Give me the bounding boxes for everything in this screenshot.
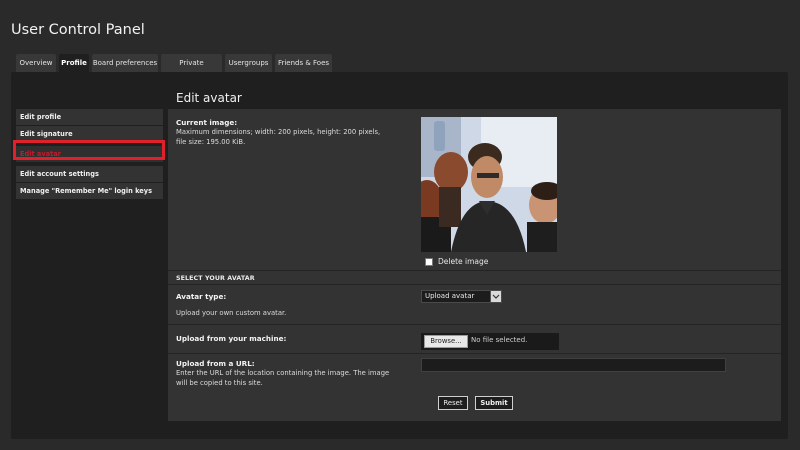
- upload-url-help-line2: will be copied to this site.: [176, 379, 263, 387]
- tab-board-preferences[interactable]: Board preferences: [92, 54, 158, 72]
- current-image-description: Maximum dimensions; width: 200 pixels, h…: [176, 127, 416, 147]
- current-image-desc-line1: Maximum dimensions; width: 200 pixels, h…: [176, 128, 381, 136]
- upload-url-label: Upload from a URL:: [176, 359, 255, 368]
- browse-button[interactable]: Browse...: [424, 335, 468, 348]
- avatar-image: [421, 117, 557, 252]
- delete-image-checkbox[interactable]: [425, 258, 433, 266]
- divider: [168, 284, 781, 285]
- current-image-label: Current image:: [176, 118, 238, 127]
- sidebar-item-edit-profile[interactable]: Edit profile: [16, 109, 163, 125]
- tab-bar: Overview Profile Board preferences Priva…: [16, 54, 332, 85]
- upload-machine-label: Upload from your machine:: [176, 334, 287, 343]
- avatar-type-help: Upload your own custom avatar.: [176, 309, 287, 317]
- file-upload-field[interactable]: Browse... No file selected.: [421, 333, 559, 350]
- file-status: No file selected.: [471, 336, 528, 344]
- sidebar: Edit profile Edit signature Edit avatar …: [16, 109, 163, 200]
- current-image-desc-line2: file size: 195.00 KiB.: [176, 138, 246, 146]
- divider: [168, 270, 781, 271]
- avatar-type-select[interactable]: Upload avatar: [421, 290, 502, 303]
- upload-url-help: Enter the URL of the location containing…: [176, 368, 421, 388]
- avatar-type-label: Avatar type:: [176, 292, 227, 301]
- avatar-type-selected: Upload avatar: [425, 292, 475, 300]
- tab-usergroups[interactable]: Usergroups: [225, 54, 272, 72]
- upload-url-help-line1: Enter the URL of the location containing…: [176, 369, 390, 377]
- divider: [168, 324, 781, 325]
- section-heading: SELECT YOUR AVATAR: [176, 275, 255, 282]
- page-title: Edit avatar: [176, 91, 242, 105]
- sidebar-item-edit-account-settings[interactable]: Edit account settings: [16, 166, 163, 182]
- tab-private-messages[interactable]: Private messages: [161, 54, 222, 85]
- submit-button[interactable]: Submit: [475, 396, 513, 410]
- tab-profile[interactable]: Profile: [59, 54, 89, 72]
- delete-image-label: Delete image: [438, 257, 489, 266]
- tab-overview[interactable]: Overview: [16, 54, 56, 72]
- avatar-url-input[interactable]: [421, 358, 726, 372]
- divider: [168, 353, 781, 354]
- sidebar-item-edit-avatar[interactable]: Edit avatar: [16, 146, 163, 162]
- sidebar-item-edit-signature[interactable]: Edit signature: [16, 126, 163, 142]
- chevron-down-icon: [490, 291, 501, 302]
- reset-button[interactable]: Reset: [438, 396, 468, 410]
- sidebar-item-remember-me-keys[interactable]: Manage "Remember Me" login keys: [16, 183, 163, 199]
- panel-title: User Control Panel: [11, 22, 145, 38]
- tab-friends-foes[interactable]: Friends & Foes: [275, 54, 332, 72]
- avatar-photo: [421, 117, 557, 252]
